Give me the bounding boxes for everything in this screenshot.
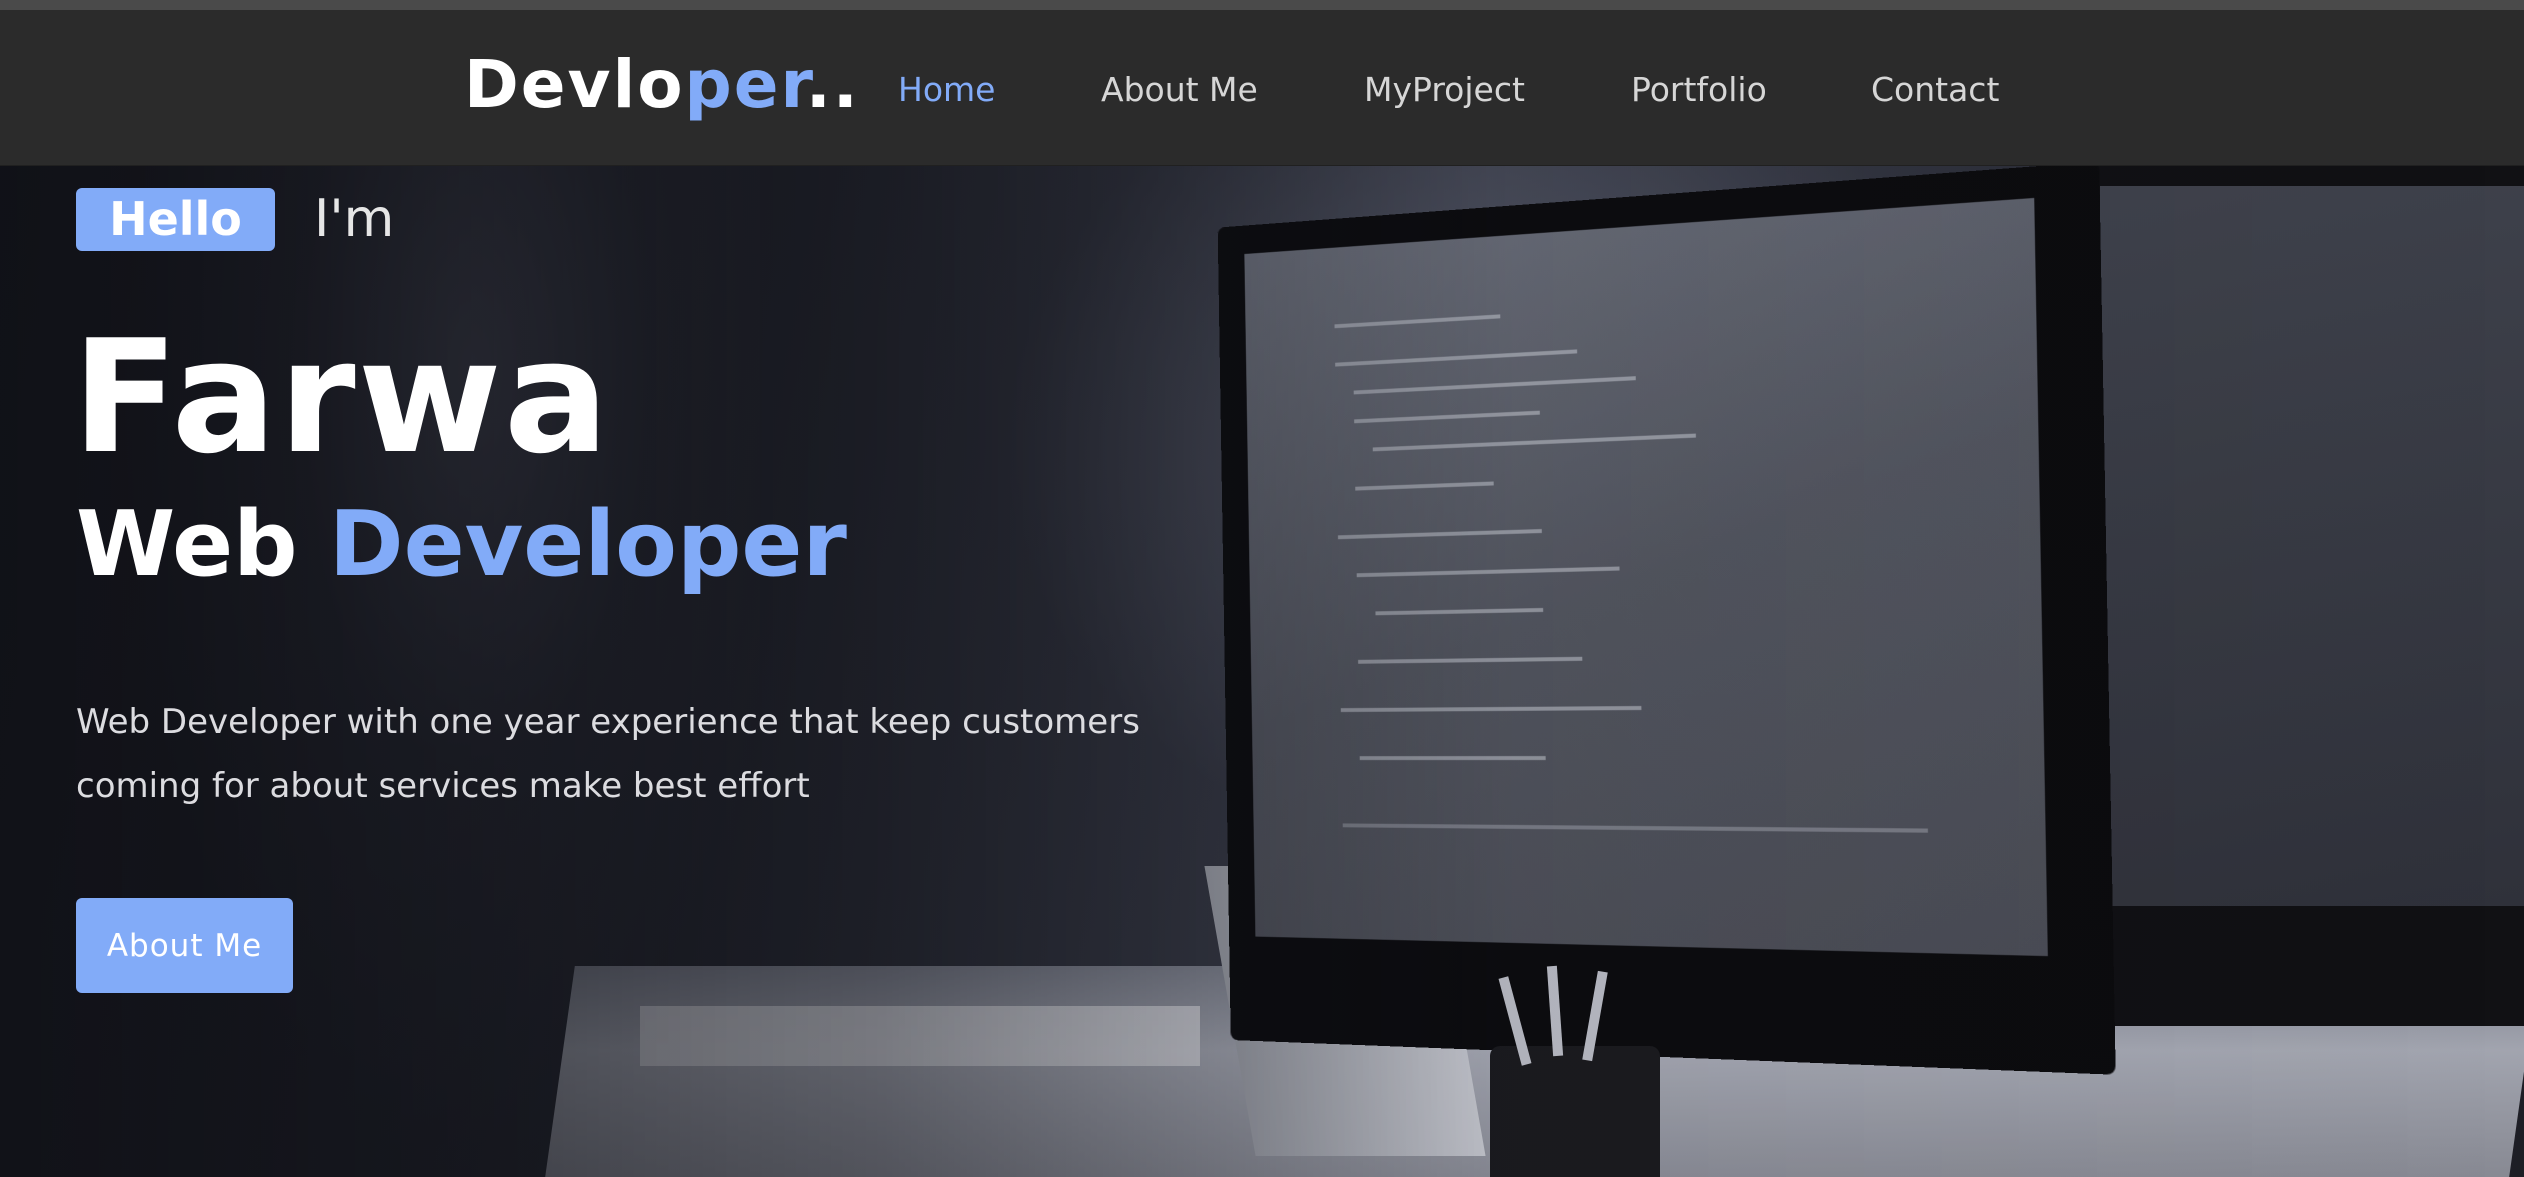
hero-role: Web Developer [76,492,847,597]
logo-text-end: .. [805,46,860,123]
logo-text-start: Devlo [464,46,685,123]
about-me-button[interactable]: About Me [76,898,293,993]
hero-description: Web Developer with one year experience t… [76,702,1140,806]
hello-badge: Hello [76,188,275,251]
navbar: Devloper.. Home About Me MyProject Portf… [0,10,2524,166]
top-edge [0,0,2524,10]
hero-section: Hello I'm Farwa Web Developer Web Develo… [0,166,2524,1177]
intro-text: I'm [314,189,395,249]
nav-myproject[interactable]: MyProject [1364,70,1525,109]
site-logo[interactable]: Devloper.. [464,46,860,123]
nav-contact[interactable]: Contact [1871,70,1999,109]
nav-portfolio[interactable]: Portfolio [1631,70,1767,109]
logo-text-accent: per [684,46,806,123]
nav-about-me[interactable]: About Me [1101,70,1258,109]
role-highlight: Developer [328,492,847,597]
hero-name: Farwa [72,306,612,488]
role-prefix: Web [76,492,298,597]
nav-home[interactable]: Home [898,70,995,109]
